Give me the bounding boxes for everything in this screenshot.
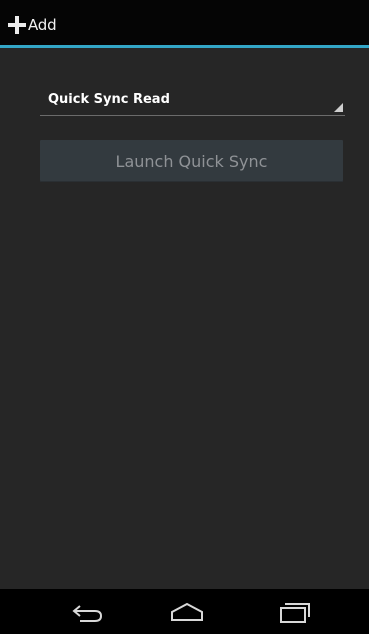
back-icon (72, 605, 103, 622)
system-navigation-bar (0, 589, 369, 634)
app-screen: Add Quick Sync Read Launch Quick Sync (0, 0, 369, 634)
recents-icon (280, 603, 310, 623)
home-icon (171, 602, 203, 621)
spinner-selected-value: Quick Sync Read (48, 92, 170, 107)
main-content: Quick Sync Read Launch Quick Sync (0, 48, 369, 589)
add-button[interactable]: Add (8, 12, 57, 38)
launch-button-label: Launch Quick Sync (115, 151, 268, 171)
back-button[interactable] (68, 600, 112, 624)
sync-mode-spinner[interactable]: Quick Sync Read (40, 86, 345, 116)
plus-icon (8, 16, 26, 34)
action-bar: Add (0, 0, 369, 48)
spinner-arrow-icon (334, 103, 343, 112)
home-button[interactable] (166, 600, 210, 624)
recents-button[interactable] (276, 600, 320, 624)
add-label: Add (28, 16, 57, 34)
launch-quick-sync-button[interactable]: Launch Quick Sync (40, 140, 343, 182)
